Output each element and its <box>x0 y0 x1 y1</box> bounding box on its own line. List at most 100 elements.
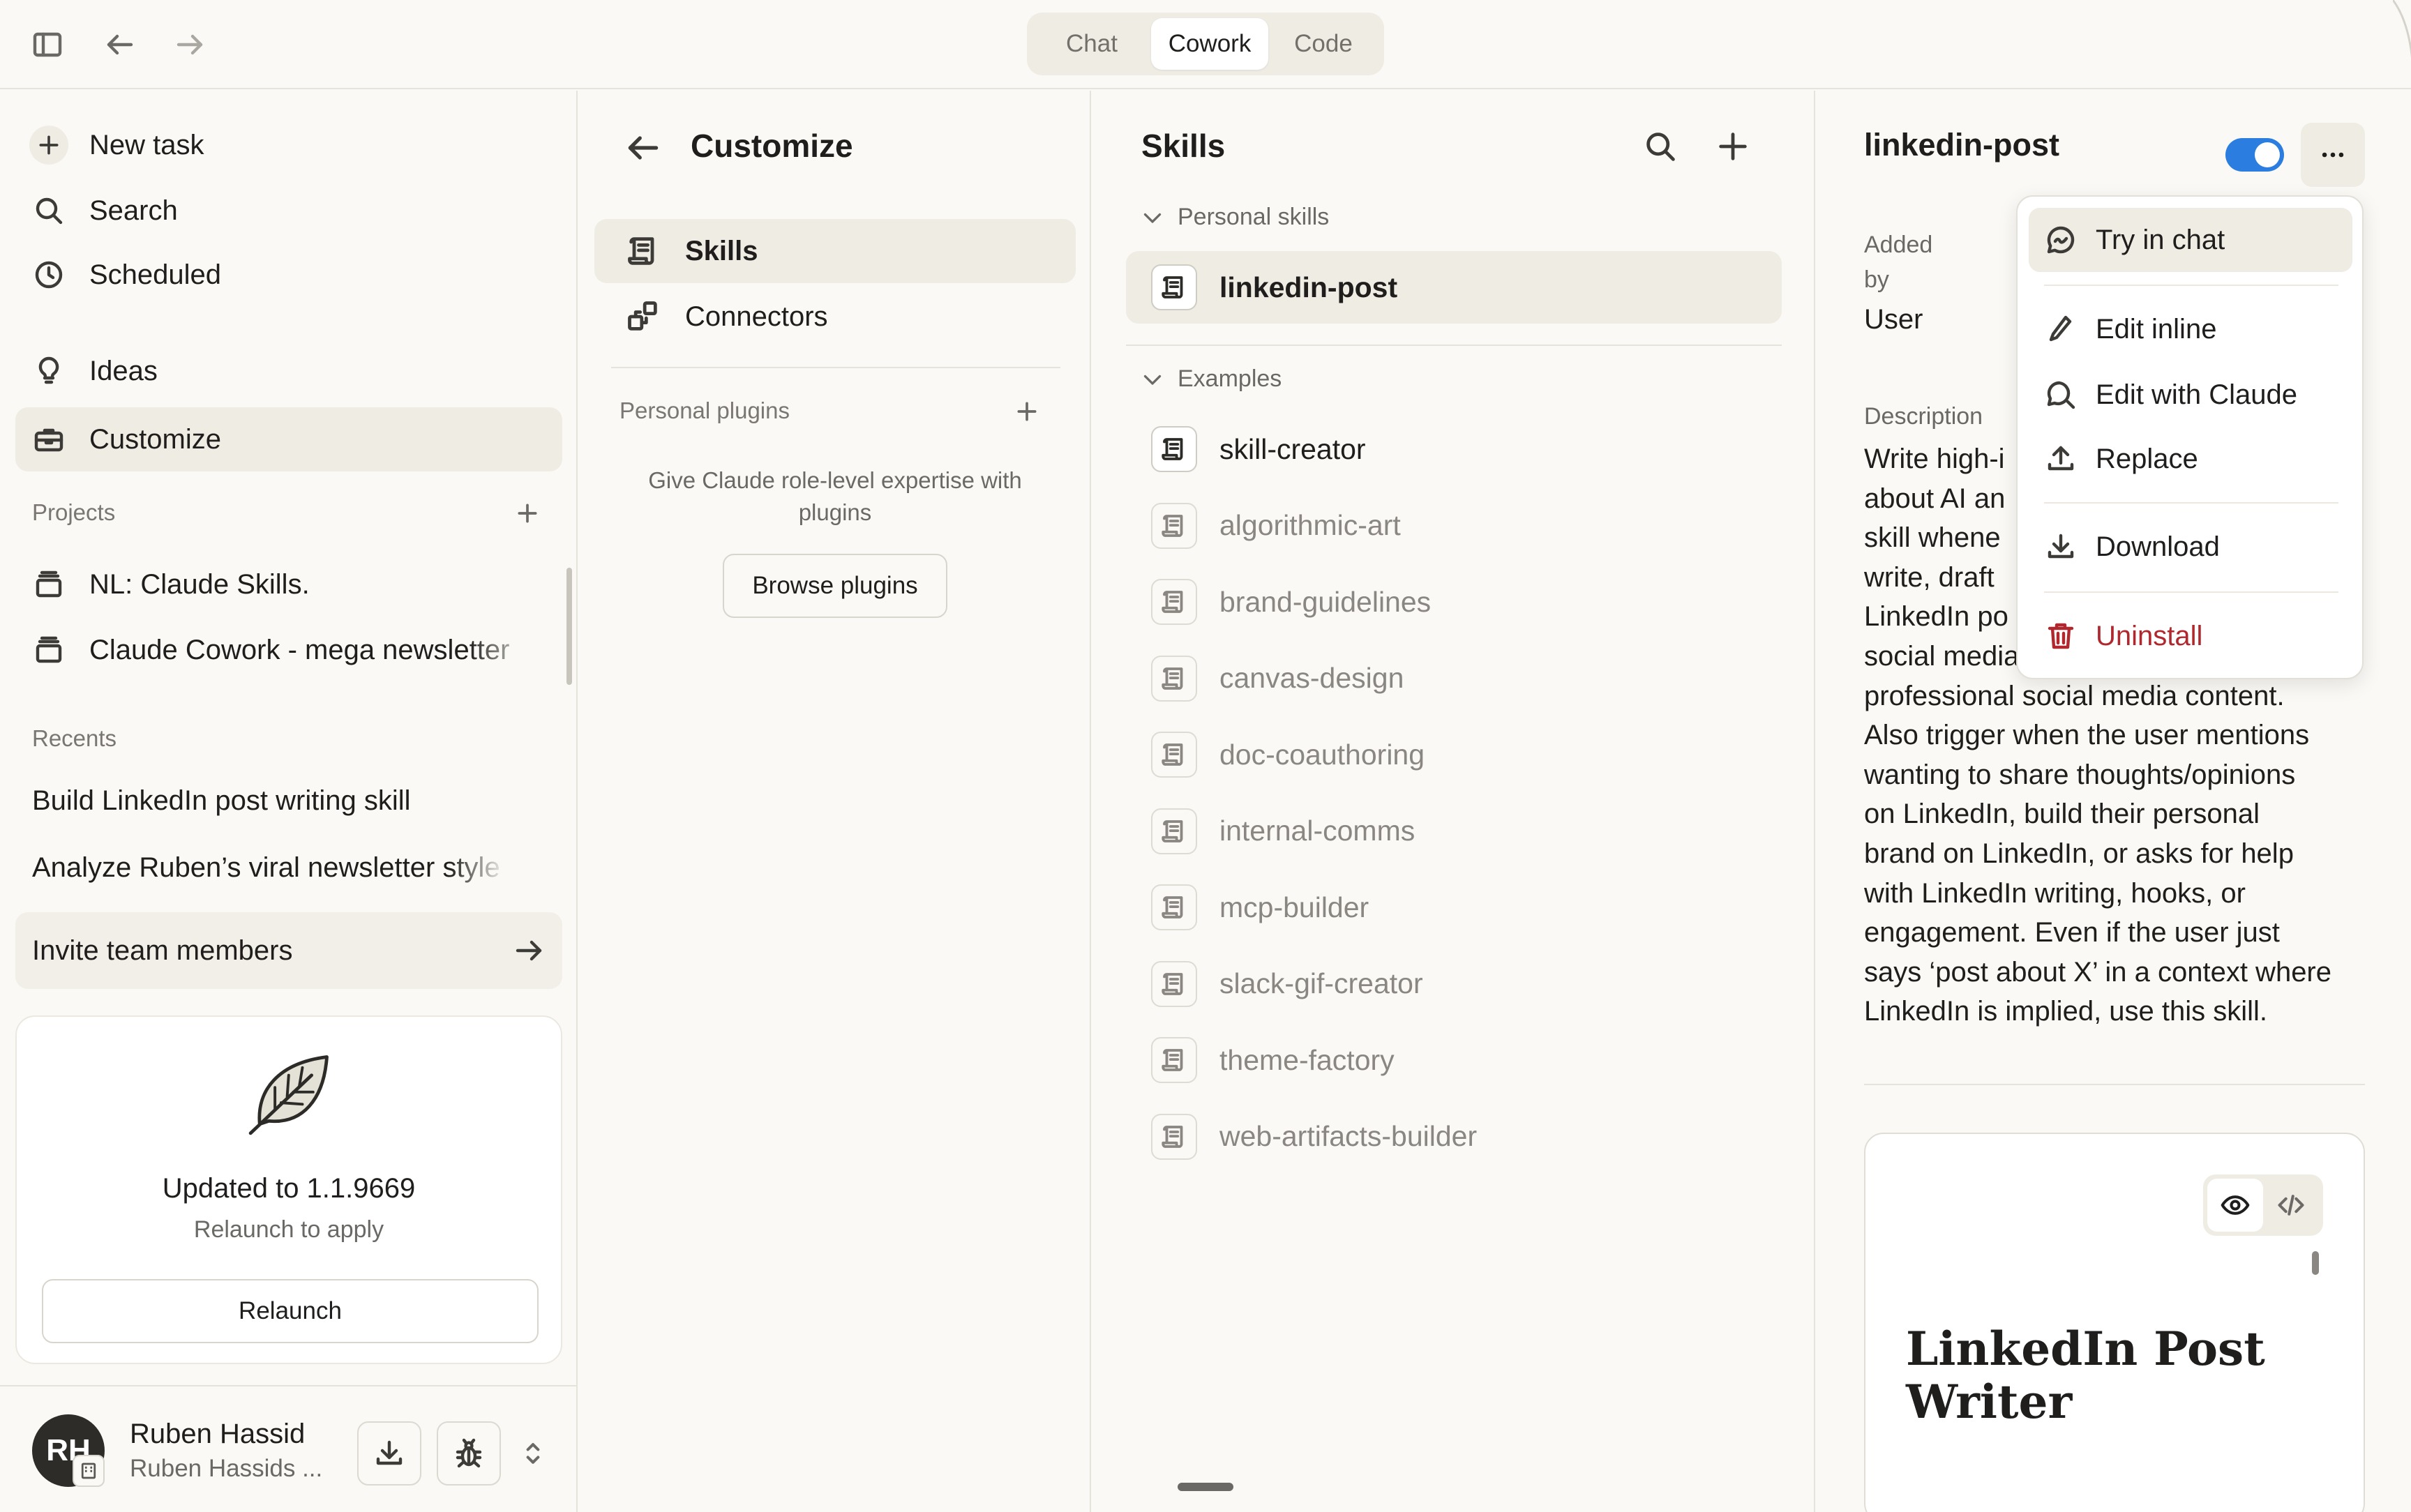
search-icon[interactable] <box>1639 126 1681 167</box>
tab-chat[interactable]: Chat <box>1032 18 1151 70</box>
more-options-button[interactable] <box>2301 123 2365 187</box>
sidebar: New task Search Scheduled Ideas Customiz… <box>0 91 578 1512</box>
skill-title: linkedin-post <box>1864 127 2059 162</box>
search-icon <box>29 191 68 230</box>
skill-item-skill-creator[interactable]: skill-creator <box>1126 413 1782 485</box>
mode-tabs: Chat Cowork Code <box>1027 13 1384 75</box>
new-task-button[interactable]: New task <box>15 113 562 177</box>
building-icon <box>73 1455 105 1487</box>
skill-item-canvas-design[interactable]: canvas-design <box>1126 642 1782 715</box>
download-app-button[interactable] <box>357 1421 421 1485</box>
skill-item-theme-factory[interactable]: theme-factory <box>1126 1024 1782 1096</box>
skill-enabled-toggle[interactable] <box>2225 138 2284 172</box>
description-line: wanting to share thoughts/opinions <box>1864 759 2296 790</box>
customize-button[interactable]: Customize <box>15 407 562 471</box>
search-button[interactable]: Search <box>15 179 562 243</box>
chevron-down-icon <box>1143 213 1162 223</box>
skill-item-linkedin-post[interactable]: linkedin-post <box>1126 251 1782 324</box>
nav-connectors[interactable]: Connectors <box>594 285 1076 349</box>
skill-item-web-artifacts-builder[interactable]: web-artifacts-builder <box>1126 1101 1782 1173</box>
project-item[interactable]: Claude Cowork - mega newsletter <box>15 618 562 682</box>
eye-icon[interactable] <box>2207 1179 2263 1232</box>
recent-chat-item[interactable]: Build LinkedIn post writing skill <box>32 785 506 817</box>
scheduled-label: Scheduled <box>89 259 222 290</box>
preview-scrollbar[interactable] <box>2312 1251 2319 1275</box>
skill-item-algorithmic-art[interactable]: algorithmic-art <box>1126 490 1782 562</box>
description-line: engagement. Even if the user just <box>1864 917 2280 948</box>
personal-skills-label: Personal skills <box>1178 204 1330 230</box>
add-skill-button[interactable] <box>1712 126 1754 167</box>
examples-toggle[interactable]: Examples <box>1140 365 1282 393</box>
scroll-icon <box>1151 808 1197 854</box>
scroll-icon <box>1151 655 1197 702</box>
chat-icon <box>2047 226 2075 254</box>
menu-label: Edit inline <box>2096 313 2217 345</box>
skill-label: slack-gif-creator <box>1219 967 1423 999</box>
back-arrow-icon[interactable] <box>98 25 142 64</box>
menu-item-uninstall[interactable]: Uninstall <box>2029 604 2352 668</box>
sidebar-toggle-icon[interactable] <box>25 25 70 64</box>
nav-skills-label: Skills <box>685 235 758 266</box>
skill-label: internal-comms <box>1219 815 1415 847</box>
recent-chat-item[interactable]: Analyze Ruben’s viral newsletter style <box>32 852 506 884</box>
skills-title: Skills <box>1141 128 1226 164</box>
arrow-right-icon <box>516 940 542 961</box>
scheduled-button[interactable]: Scheduled <box>15 243 562 307</box>
menu-item-try-in-chat[interactable]: Try in chat <box>2029 208 2352 272</box>
menu-item-replace[interactable]: Replace <box>2029 427 2352 491</box>
customize-panel: Customize Skills Connectors Personal plu… <box>579 91 1091 1512</box>
chat-search-icon <box>2047 381 2075 409</box>
invite-team-button[interactable]: Invite team members <box>15 912 562 989</box>
skill-label: web-artifacts-builder <box>1219 1120 1478 1152</box>
description-line: on LinkedIn, build their personal <box>1864 799 2260 830</box>
leaf-icon <box>248 1055 329 1135</box>
menu-item-edit-with-claude[interactable]: Edit with Claude <box>2029 363 2352 427</box>
menu-label: Download <box>2096 531 2220 562</box>
chevron-updown-icon[interactable] <box>518 1438 548 1469</box>
add-plugin-button[interactable] <box>1007 392 1046 431</box>
personal-plugins-label: Personal plugins <box>619 398 790 423</box>
scroll-icon <box>628 237 654 265</box>
scroll-icon <box>1151 264 1197 310</box>
code-icon[interactable] <box>2263 1179 2319 1232</box>
search-label: Search <box>89 195 178 226</box>
skill-item-slack-gif-creator[interactable]: slack-gif-creator <box>1126 948 1782 1020</box>
skill-label: theme-factory <box>1219 1043 1395 1076</box>
folder-stack-icon <box>29 565 68 604</box>
forward-arrow-icon[interactable] <box>167 25 212 64</box>
menu-item-download[interactable]: Download <box>2029 515 2352 579</box>
back-arrow-icon[interactable] <box>624 128 663 167</box>
recents-label: Recents <box>32 725 117 751</box>
added-by-value: User <box>1864 304 1923 335</box>
relaunch-button[interactable]: Relaunch <box>42 1279 539 1343</box>
add-project-button[interactable] <box>508 494 547 533</box>
skill-label: algorithmic-art <box>1219 509 1401 541</box>
skill-item-doc-coauthoring[interactable]: doc-coauthoring <box>1126 718 1782 791</box>
scroll-icon <box>1151 502 1197 549</box>
ideas-button[interactable]: Ideas <box>15 339 562 403</box>
nav-skills[interactable]: Skills <box>594 219 1076 283</box>
added-by-label: Added by <box>1864 232 1933 293</box>
divider <box>2044 285 2338 286</box>
bug-report-button[interactable] <box>437 1421 501 1485</box>
scroll-icon <box>1151 1037 1197 1083</box>
skill-label: brand-guidelines <box>1219 585 1432 618</box>
skill-item-internal-comms[interactable]: internal-comms <box>1126 795 1782 868</box>
skill-label: mcp-builder <box>1219 891 1369 923</box>
skill-item-brand-guidelines[interactable]: brand-guidelines <box>1126 566 1782 638</box>
menu-item-edit-inline[interactable]: Edit inline <box>2029 297 2352 361</box>
tab-code[interactable]: Code <box>1268 18 1379 70</box>
personal-skills-toggle[interactable]: Personal skills <box>1140 204 1329 231</box>
description-line: with LinkedIn writing, hooks, or <box>1864 877 2246 909</box>
divider <box>2044 591 2338 593</box>
menu-label: Uninstall <box>2096 620 2203 651</box>
skills-panel: Skills Personal skills linkedin-post Exa… <box>1092 91 1815 1512</box>
pane-resize-handle[interactable] <box>1178 1483 1233 1491</box>
sidebar-scrollbar[interactable] <box>566 568 572 685</box>
project-item[interactable]: NL: Claude Skills. <box>15 552 562 617</box>
browse-plugins-button[interactable]: Browse plugins <box>723 554 947 618</box>
menu-label: Try in chat <box>2096 224 2225 255</box>
tab-cowork[interactable]: Cowork <box>1151 18 1268 70</box>
projects-label: Projects <box>32 499 116 525</box>
skill-item-mcp-builder[interactable]: mcp-builder <box>1126 871 1782 944</box>
